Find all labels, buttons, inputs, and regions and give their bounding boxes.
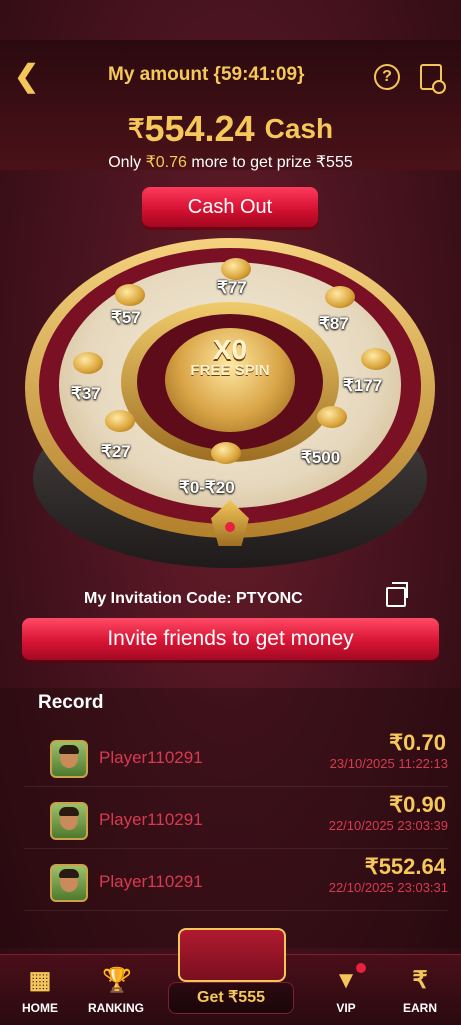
nav-vip-label: VIP	[336, 1001, 356, 1015]
prize-wheel: X0 FREE SPIN ₹77 ₹87 ₹177 ₹500 ₹0-₹20 ₹2…	[25, 238, 435, 568]
prize-label: ₹177	[343, 376, 383, 395]
avatar	[50, 740, 88, 778]
chevron-left-icon[interactable]: ❮	[14, 62, 46, 94]
record-row: Player110291 ₹552.64 22/10/2025 23:03:31	[24, 854, 448, 911]
cash-stack-icon	[361, 348, 391, 370]
amount-unit: Cash	[264, 113, 334, 144]
amount-display: ₹554.24 Cash	[0, 108, 461, 150]
prize-label: ₹87	[319, 314, 349, 333]
record-time: 22/10/2025 23:03:39	[328, 818, 448, 833]
prize-label: ₹500	[301, 448, 341, 467]
vip-badge-icon: ▼	[334, 967, 358, 994]
prize-label: ₹27	[101, 442, 131, 461]
avatar	[50, 864, 88, 902]
prize-hint: Only ₹0.76 more to get prize ₹555	[0, 152, 461, 172]
record-time: 22/10/2025 23:03:31	[328, 880, 448, 895]
nav-ranking[interactable]: 🏆 RANKING	[86, 967, 146, 1015]
record-row: Player110291 ₹0.90 22/10/2025 23:03:39	[24, 792, 448, 849]
record-time: 23/10/2025 11:22:13	[329, 756, 448, 771]
invite-friends-button[interactable]: Invite friends to get money	[22, 618, 439, 660]
nav-ranking-label: RANKING	[88, 1001, 144, 1015]
coins-icon	[73, 352, 103, 374]
player-name: Player110291	[99, 872, 203, 891]
treasure-icon	[317, 406, 347, 428]
trophy-icon: 🏆	[102, 967, 132, 994]
rupee-coin-icon: ₹	[412, 967, 428, 994]
treasure-chest-icon[interactable]	[178, 928, 286, 982]
document-icon[interactable]	[420, 64, 446, 94]
question-icon[interactable]: ?	[374, 64, 400, 90]
hint-amount: ₹0.76	[145, 154, 187, 171]
hint-prefix: Only	[108, 154, 142, 171]
coins-icon	[211, 442, 241, 464]
home-grid-icon: ▦	[28, 967, 52, 994]
nav-vip[interactable]: ▼ VIP	[316, 963, 376, 1015]
nav-earn[interactable]: ₹ EARN	[390, 967, 450, 1015]
cash-out-button[interactable]: Cash Out	[142, 187, 318, 227]
invitation-code: My Invitation Code: PTYONC	[84, 590, 303, 607]
coins-icon	[115, 284, 145, 306]
prize-label: ₹77	[217, 278, 247, 297]
free-spin-label: FREE SPIN	[190, 362, 270, 379]
player-name: Player110291	[99, 748, 203, 767]
record-amount: ₹552.64	[364, 854, 446, 879]
coins-icon	[325, 286, 355, 308]
avatar	[50, 802, 88, 840]
coins-icon	[221, 258, 251, 280]
record-amount: ₹0.90	[389, 792, 446, 817]
currency-symbol: ₹	[127, 113, 145, 144]
prize-label: ₹0-₹20	[179, 478, 235, 497]
player-name: Player110291	[99, 810, 203, 829]
hint-suffix: more to get prize ₹555	[191, 154, 353, 171]
page-title: My amount {59:41:09}	[108, 64, 305, 85]
record-row: Player110291 ₹0.70 23/10/2025 11:22:13	[24, 730, 448, 787]
header-panel	[0, 40, 461, 170]
nav-home-label: HOME	[22, 1001, 58, 1015]
get-prize-button[interactable]: Get ₹555	[168, 982, 294, 1014]
prize-label: ₹57	[111, 308, 141, 327]
amount-value: 554.24	[144, 108, 255, 149]
coins-icon	[105, 410, 135, 432]
nav-earn-label: EARN	[402, 1001, 437, 1015]
copy-icon[interactable]	[386, 582, 408, 607]
prize-label: ₹37	[71, 384, 101, 403]
record-title: Record	[38, 692, 104, 713]
record-amount: ₹0.70	[389, 730, 446, 755]
nav-home[interactable]: ▦ HOME	[10, 967, 70, 1015]
notification-dot	[356, 963, 366, 973]
